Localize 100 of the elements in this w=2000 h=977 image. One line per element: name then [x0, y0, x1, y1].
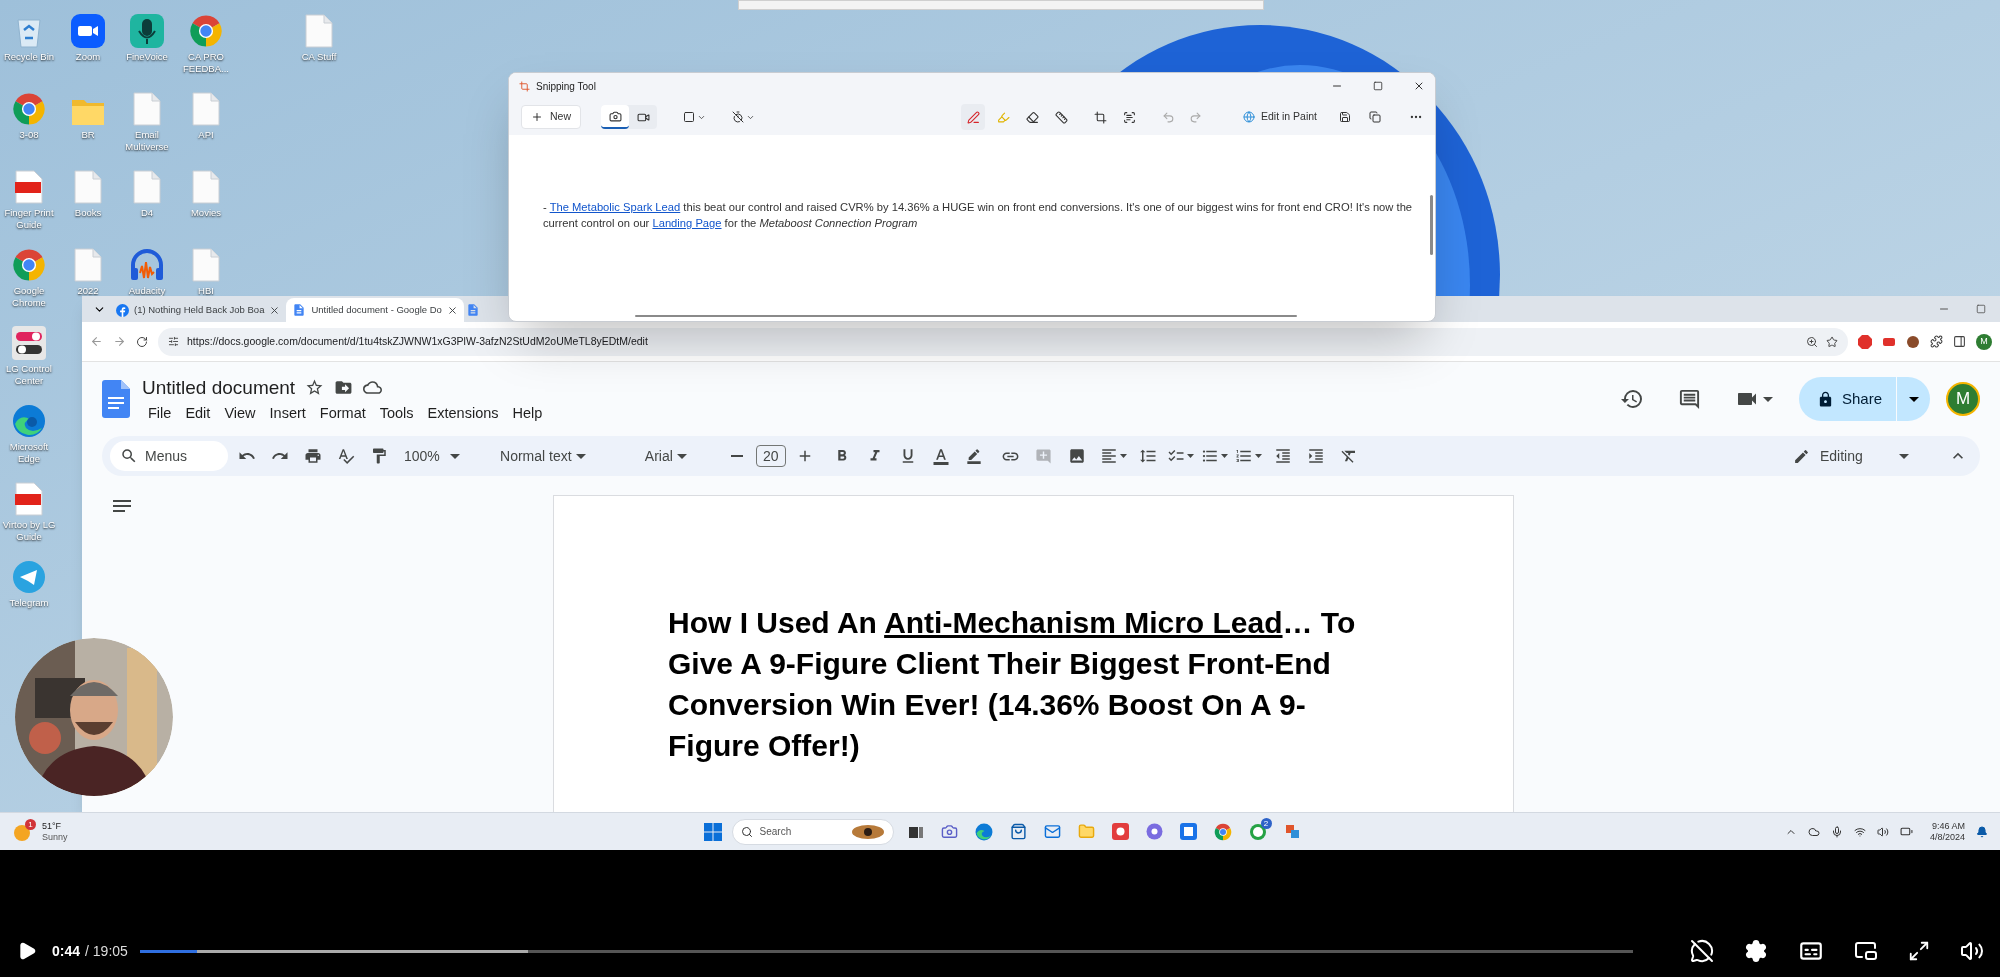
pen-button[interactable]: [961, 104, 985, 130]
app-icon[interactable]: [1145, 823, 1163, 840]
scan-text-icon: [1123, 110, 1136, 124]
bookmark-star-icon[interactable]: [1826, 335, 1838, 348]
menu-item[interactable]: Edit: [179, 402, 217, 423]
vertical-scrollbar[interactable]: [1430, 195, 1433, 255]
marker-icon: [965, 448, 982, 464]
menu-item[interactable]: File: [142, 402, 178, 423]
close-icon[interactable]: [446, 304, 458, 316]
app-icon[interactable]: [1179, 823, 1197, 840]
font-size-field[interactable]: 20: [755, 445, 786, 467]
star-icon[interactable]: [305, 378, 325, 397]
maximize-icon[interactable]: [1976, 304, 1986, 314]
menu-item[interactable]: Help: [506, 402, 549, 423]
history-icon[interactable]: [1619, 387, 1644, 411]
style-dropdown[interactable]: Normal text: [484, 442, 605, 470]
menu-item[interactable]: Tools: [373, 402, 420, 423]
crop-button[interactable]: [1094, 110, 1107, 124]
cloud-icon[interactable]: [363, 378, 383, 397]
volume-icon[interactable]: [1876, 825, 1889, 838]
notification-badge: 2: [1260, 817, 1272, 829]
miniplayer-icon[interactable]: [1854, 939, 1878, 963]
document-title[interactable]: Untitled document: [142, 375, 296, 400]
side-panel-icon[interactable]: [1953, 335, 1966, 348]
reload-icon[interactable]: [136, 335, 148, 348]
weather-condition-text: Sunny: [42, 831, 68, 843]
store-icon[interactable]: [1009, 823, 1027, 840]
ruler-button[interactable]: [1055, 110, 1068, 124]
link[interactable]: The Metabolic Spark Lead: [549, 201, 681, 213]
menu-item[interactable]: View: [218, 402, 262, 423]
mail-icon[interactable]: [1043, 823, 1061, 840]
back-icon[interactable]: [90, 335, 103, 348]
printer-icon: [304, 447, 322, 465]
pdf-file-icon: [15, 482, 43, 516]
speech-bubble-icon[interactable]: [1690, 939, 1714, 963]
app-icon[interactable]: [1283, 823, 1301, 840]
chrome-icon[interactable]: [1213, 822, 1232, 841]
paper-plane-icon: [12, 560, 46, 594]
file-icon: [305, 14, 333, 48]
volume-icon[interactable]: [1960, 939, 1984, 963]
search-field[interactable]: Search: [731, 818, 894, 845]
extension-icon[interactable]: [1906, 334, 1920, 349]
cloud-icon[interactable]: [1807, 825, 1820, 838]
battery-icon[interactable]: [1899, 825, 1913, 838]
file-icon: [133, 92, 161, 126]
close-icon[interactable]: [269, 304, 281, 316]
save-button[interactable]: [1339, 111, 1351, 123]
app-icon: [519, 80, 530, 92]
new-button[interactable]: New: [521, 105, 581, 129]
caret-icon: [1186, 454, 1194, 458]
progress-track[interactable]: [139, 949, 1633, 953]
browser-tab[interactable]: Untitled document - Google Do: [286, 298, 464, 322]
menu-item[interactable]: Insert: [263, 402, 312, 423]
close-icon[interactable]: [1413, 80, 1425, 92]
text-actions-button[interactable]: [1123, 110, 1136, 124]
text-color-icon: [931, 447, 950, 465]
menus-search-field[interactable]: Menus: [110, 441, 228, 471]
extensions-icon[interactable]: [1930, 335, 1943, 348]
highlighter-icon: [997, 110, 1010, 124]
timer-button[interactable]: [732, 111, 755, 123]
menu-item[interactable]: Extensions: [421, 402, 505, 423]
file-icon: [133, 170, 161, 204]
camera-app-icon[interactable]: [940, 823, 958, 840]
zoom-dropdown[interactable]: 100%: [398, 442, 470, 470]
move-folder-icon[interactable]: [334, 378, 354, 397]
fullscreen-icon[interactable]: [1908, 940, 1930, 962]
forward-icon[interactable]: [113, 335, 126, 348]
timer-off-icon: [732, 111, 744, 123]
horizontal-scrollbar[interactable]: [635, 315, 1297, 317]
app-icon[interactable]: [1111, 823, 1129, 840]
edge-browser-icon[interactable]: [974, 822, 993, 841]
start-icon[interactable]: [703, 822, 722, 841]
edit-in-paint-button[interactable]: Edit in Paint: [1242, 109, 1317, 125]
maximize-icon[interactable]: [1373, 81, 1383, 91]
snip-shape-button[interactable]: [683, 111, 706, 123]
menu-item[interactable]: Format: [313, 402, 372, 423]
caret-icon: [575, 453, 586, 459]
account-avatar[interactable]: M: [1946, 382, 1980, 416]
copy-button[interactable]: [1369, 111, 1381, 123]
plus-icon: [531, 111, 543, 123]
screenshot-mode-button[interactable]: [601, 105, 629, 129]
notifications-icon[interactable]: [1976, 825, 1988, 838]
font-dropdown[interactable]: Arial: [617, 442, 718, 470]
profile-avatar[interactable]: M: [1976, 333, 1992, 350]
browser-tab[interactable]: (1) Nothing Held Back Job Boa: [110, 298, 287, 322]
microphone-icon[interactable]: [1830, 825, 1843, 838]
editing-mode-dropdown[interactable]: Editing: [1785, 442, 1921, 470]
extension-icon[interactable]: [1858, 334, 1872, 349]
comment-icon[interactable]: [1677, 387, 1701, 411]
eraser-button[interactable]: [1026, 110, 1039, 124]
link[interactable]: Landing Page: [652, 217, 722, 229]
settings-icon[interactable]: [1744, 939, 1768, 963]
chrome-icon: [12, 248, 46, 282]
caret-icon: [1908, 396, 1919, 402]
wifi-icon[interactable]: [1853, 825, 1866, 838]
address-bar[interactable]: https://docs.google.com/document/d/1tu4tskZJWNW1xG3PlW-3afzN2StUdM2oUMeTL8yEDtM/edit: [158, 327, 1848, 356]
microphone-icon: [130, 14, 164, 48]
search-highlight-icon: [850, 823, 885, 840]
chat-app-icon[interactable]: [1248, 822, 1267, 841]
sun-icon[interactable]: [12, 822, 32, 843]
